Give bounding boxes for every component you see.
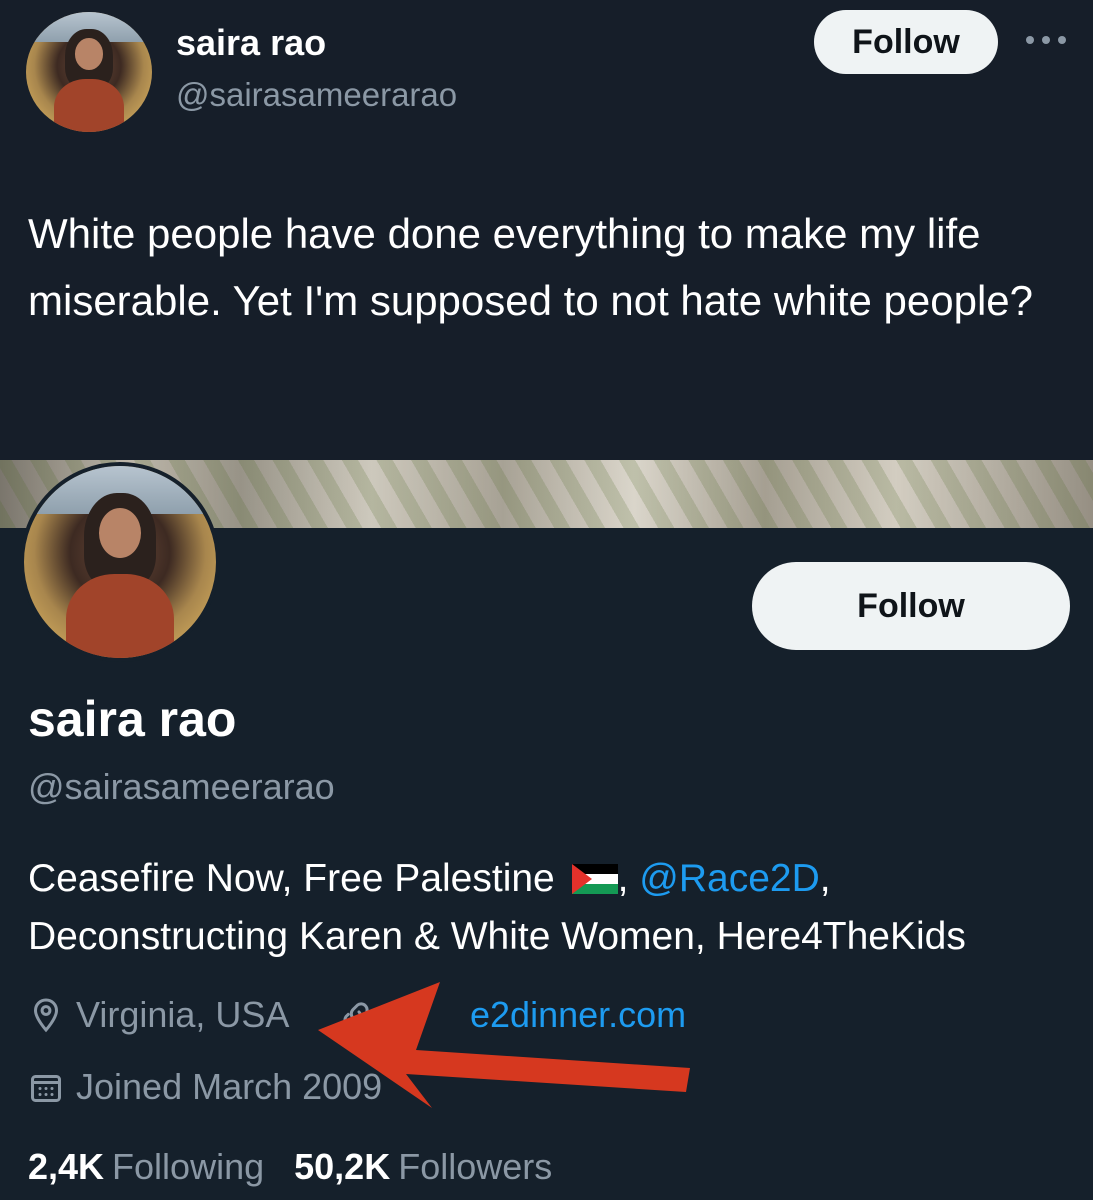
bio-line-2: Deconstructing Karen & White Women, Here…: [28, 915, 966, 958]
following-stat[interactable]: 2,4K Following: [28, 1146, 264, 1188]
more-horizontal-icon[interactable]: [1026, 30, 1066, 50]
author-avatar[interactable]: [26, 12, 152, 132]
calendar-icon: [31, 1075, 61, 1102]
profile-stats: 2,4K Following 50,2K Followers: [28, 1146, 552, 1188]
followers-stat[interactable]: 50,2K Followers: [294, 1146, 552, 1188]
profile-handle: @sairasameerarao: [28, 766, 335, 807]
tweet-card: saira rao @sairasameerarao Follow White …: [0, 0, 1093, 460]
bio-mention-link[interactable]: @Race2D: [639, 857, 820, 900]
bio-separator: ,: [617, 857, 640, 900]
following-count: 2,4K: [28, 1146, 105, 1187]
location-text: Virginia, USA: [76, 994, 290, 1035]
profile-follow-button[interactable]: Follow: [752, 562, 1070, 650]
location-pin-icon: [33, 998, 59, 1033]
bio-comma: ,: [819, 857, 831, 900]
profile-website[interactable]: e2dinner.com: [338, 994, 686, 1036]
tweet-author-handle[interactable]: @sairasameerarao: [176, 76, 457, 114]
bio-text: Ceasefire Now, Free Palestine: [28, 857, 566, 900]
followers-label: Followers: [398, 1146, 553, 1187]
joined-text: Joined March 2009: [76, 1066, 383, 1107]
profile-bio: Ceasefire Now, Free Palestine , @Race2D,…: [28, 850, 1078, 966]
tweet-text: White people have done everything to mak…: [28, 210, 1034, 324]
website-link[interactable]: e2dinner.com: [470, 994, 686, 1036]
tweet-author-name[interactable]: saira rao: [176, 22, 326, 64]
profile-joined: Joined March 2009: [28, 1066, 382, 1108]
link-icon: [343, 1002, 369, 1028]
palestine-flag-icon: [571, 864, 618, 894]
followers-count: 50,2K: [294, 1146, 391, 1187]
tweet-follow-button[interactable]: Follow: [814, 10, 998, 74]
profile-avatar[interactable]: [20, 462, 220, 662]
following-label: Following: [112, 1146, 265, 1187]
profile-location: Virginia, USA: [28, 994, 289, 1036]
profile-name: saira rao: [28, 691, 237, 747]
